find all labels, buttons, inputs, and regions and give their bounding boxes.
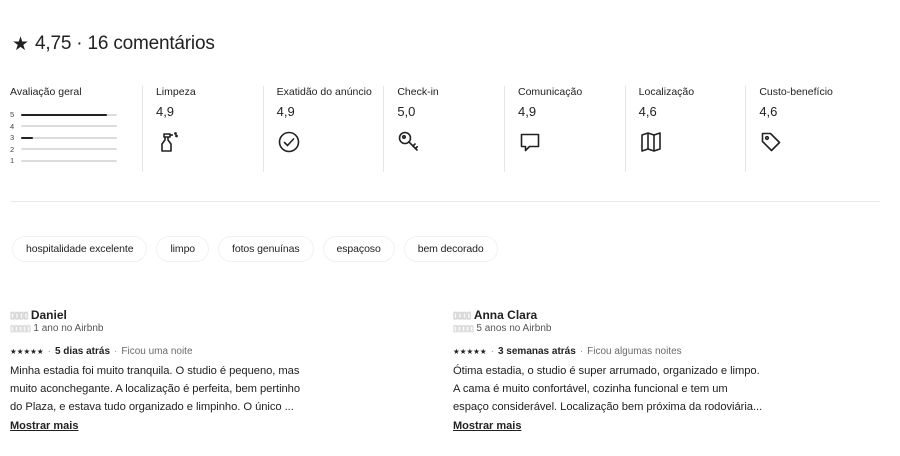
spray-bottle-icon <box>156 130 180 154</box>
meta-separator: · <box>114 346 118 357</box>
rating-metrics: Avaliação geral 5 4 3 2 1 Limpeza 4,9 Ex… <box>10 86 880 176</box>
category-label: Exatidão do anúncio <box>276 86 372 98</box>
category-value: 4,6 <box>638 104 657 119</box>
category-value: 5,0 <box>397 104 416 119</box>
review-text: Minha estadia foi muito tranquila. O stu… <box>10 365 301 413</box>
meta-separator: · <box>579 346 584 357</box>
distribution-stars: 3 <box>10 133 15 143</box>
distribution-bar <box>21 125 117 128</box>
distribution-bar-fill <box>21 136 33 139</box>
review-card: ▯▯▯▯ Anna Clara ▯▯▯▯▯ 5 anos no Airbnb ★… <box>453 308 813 434</box>
category-communication: Comunicação 4,9 <box>504 86 639 176</box>
distribution-row: 3 <box>10 132 156 144</box>
distribution-bar <box>21 136 117 139</box>
tag-spacious[interactable]: espaçoso <box>322 236 395 262</box>
rating-distribution: 5 4 3 2 1 <box>10 109 156 167</box>
overall-rating-label: Avaliação geral <box>10 86 82 98</box>
distribution-stars: 1 <box>10 156 15 166</box>
distribution-stars: 4 <box>10 121 15 131</box>
distribution-row: 5 <box>10 109 156 121</box>
category-value-for-money: Custo-benefício 4,6 <box>745 86 880 176</box>
review-stars: ★★★★★ <box>10 347 44 356</box>
distribution-row: 4 <box>10 121 156 133</box>
reviewer-blurred-location: ▯▯▯▯▯ <box>10 323 31 333</box>
review-meta: ★★★★★ · 5 dias atrás · Ficou uma noite <box>10 346 370 357</box>
category-value: 4,6 <box>759 104 778 119</box>
chat-bubble-icon <box>518 130 542 154</box>
category-label: Custo-benefício <box>759 86 833 98</box>
reviewer-name[interactable]: Daniel <box>31 308 67 322</box>
category-label: Localização <box>638 86 695 98</box>
star-icon: ★ <box>12 33 30 55</box>
category-value: 4,9 <box>276 104 295 119</box>
review-stay-length: Ficou uma noite <box>121 346 193 357</box>
category-label: Limpeza <box>155 86 196 98</box>
review-date: 3 semanas atrás <box>497 346 576 357</box>
category-value: 4,9 <box>517 104 537 119</box>
distribution-stars: 5 <box>10 110 15 120</box>
show-more-link[interactable]: Mostrar mais <box>453 420 521 432</box>
overall-rating: Avaliação geral 5 4 3 2 1 <box>10 86 156 176</box>
meta-separator: · <box>490 346 494 357</box>
reviewer-tenure: 5 anos no Airbnb <box>476 323 552 334</box>
distribution-bar <box>21 148 117 151</box>
category-label: Comunicação <box>517 86 583 98</box>
section-divider <box>10 201 880 202</box>
rating-header: ★ 4,75 · 16 comentários <box>12 33 215 55</box>
category-accuracy: Exatidão do anúncio 4,9 <box>262 86 398 176</box>
reviewer-tenure: 1 ano no Airbnb <box>33 323 104 334</box>
reviewer-subline: ▯▯▯▯▯ 1 ano no Airbnb <box>10 323 370 334</box>
reviewer-blurred-location: ▯▯▯▯▯ <box>453 323 474 333</box>
reviewer-subline: ▯▯▯▯▯ 5 anos no Airbnb <box>453 323 813 334</box>
distribution-row: 2 <box>10 144 156 156</box>
review-text: Ótima estadia, o studio é super arrumado… <box>453 365 763 413</box>
category-location: Localização 4,6 <box>624 86 760 176</box>
distribution-stars: 2 <box>10 144 15 154</box>
distribution-bar <box>21 113 117 116</box>
tag-icon <box>759 130 783 154</box>
distribution-bar <box>21 159 117 162</box>
tag-well-decorated[interactable]: bem decorado <box>403 236 498 262</box>
meta-separator: · <box>47 346 51 357</box>
review-stay-length: Ficou algumas noites <box>587 346 682 357</box>
tag-clean[interactable]: limpo <box>156 236 210 262</box>
review-card: ▯▯▯▯ Daniel ▯▯▯▯▯ 1 ano no Airbnb ★★★★★ … <box>10 308 370 434</box>
key-icon <box>397 130 421 154</box>
review-stars: ★★★★★ <box>453 347 487 356</box>
map-icon <box>639 130 663 154</box>
check-circle-icon <box>277 130 301 154</box>
distribution-row: 1 <box>10 155 156 167</box>
category-checkin: Check-in 5,0 <box>383 86 518 176</box>
reviewer-avatar-placeholder: ▯▯▯▯ <box>453 309 471 320</box>
show-more-link[interactable]: Mostrar mais <box>10 420 78 432</box>
reviewer-header: ▯▯▯▯ Daniel <box>10 308 370 322</box>
category-cleanliness: Limpeza 4,9 <box>142 86 277 176</box>
rating-summary-title: 4,75 · 16 comentários <box>35 33 215 54</box>
review-meta: ★★★★★ · 3 semanas atrás · Ficou algumas … <box>453 346 813 357</box>
tag-hospitality[interactable]: hospitalidade excelente <box>12 236 148 262</box>
tag-genuine-photos[interactable]: fotos genuínas <box>218 236 314 262</box>
category-value: 4,9 <box>155 104 175 119</box>
category-label: Check-in <box>397 86 439 98</box>
distribution-bar-fill <box>21 113 108 116</box>
reviewer-header: ▯▯▯▯ Anna Clara <box>453 308 813 322</box>
reviewer-name[interactable]: Anna Clara <box>474 308 537 322</box>
review-highlight-tags: hospitalidade excelente limpo fotos genu… <box>12 236 498 262</box>
review-date: 5 dias atrás <box>54 346 111 357</box>
reviewer-avatar-placeholder: ▯▯▯▯ <box>10 309 28 320</box>
